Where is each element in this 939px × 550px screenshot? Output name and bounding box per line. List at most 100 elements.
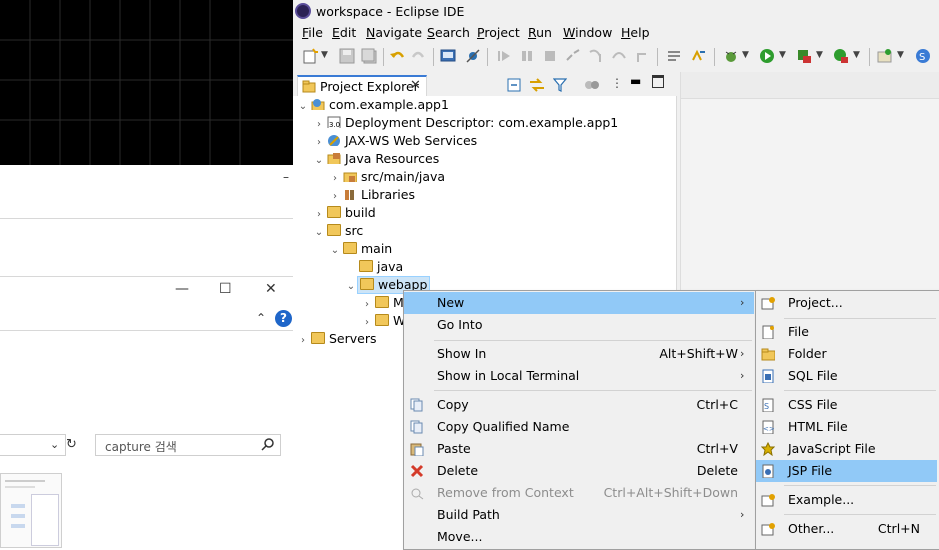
dropdown-icon[interactable]: ▼ — [779, 50, 786, 60]
tree-item[interactable]: › Libraries — [329, 186, 415, 204]
submenu-item-html-file[interactable]: <> HTML File — [756, 416, 937, 438]
menu-item-new[interactable]: New › — [404, 292, 754, 314]
menu-label: Remove from Context — [437, 485, 574, 500]
new-server-icon[interactable] — [877, 48, 893, 64]
step-into-icon[interactable] — [588, 48, 604, 64]
submenu-arrow-icon: › — [740, 508, 745, 521]
submenu-item-javascript-file[interactable]: JavaScript File — [756, 438, 937, 460]
chevron-up-icon[interactable]: ⌃ — [256, 311, 266, 325]
menu-item-delete[interactable]: Delete Delete — [404, 460, 754, 482]
step-over-icon[interactable] — [611, 48, 627, 64]
folder-icon — [359, 260, 373, 272]
tree-item[interactable]: ⌄ Java Resources — [313, 150, 439, 168]
menu-edit[interactable]: Edit — [332, 25, 356, 40]
minimize-view-icon[interactable]: ▬ — [630, 74, 641, 88]
menu-label: New — [437, 295, 465, 310]
tree-item[interactable]: › build — [313, 204, 376, 222]
terminate-icon[interactable] — [542, 48, 558, 64]
maximize-view-icon[interactable] — [652, 75, 664, 88]
menu-item-copy[interactable]: Copy Ctrl+C — [404, 394, 754, 416]
tree-item[interactable]: › 3.0 Deployment Descriptor: com.example.a… — [313, 114, 618, 132]
skip-breakpoints-icon[interactable] — [465, 48, 481, 64]
collapsed-chevron-icon[interactable]: › — [297, 332, 309, 350]
help-icon[interactable]: ? — [275, 310, 292, 327]
menu-navigate[interactable]: Navigate — [366, 25, 422, 40]
submenu-item-jsp-file[interactable]: JSP File — [756, 460, 937, 482]
menu-item-build-path[interactable]: Build Path › — [404, 504, 754, 526]
dropdown-icon[interactable]: ▼ — [321, 50, 328, 60]
redo-icon[interactable] — [411, 48, 427, 64]
menu-item-move[interactable]: Move... — [404, 526, 754, 548]
expanded-chevron-icon[interactable]: ⌄ — [313, 152, 325, 170]
dropdown-icon[interactable]: ▼ — [742, 50, 749, 60]
view-menu-icon[interactable]: ⋮ — [611, 76, 623, 90]
tree-item[interactable]: › M — [361, 294, 404, 312]
use-step-filters-icon[interactable] — [666, 48, 682, 64]
disconnect-icon[interactable] — [565, 48, 581, 64]
maximize-icon[interactable]: ☐ — [219, 281, 232, 297]
external-tools-icon[interactable] — [833, 48, 849, 64]
minimize-icon[interactable]: — — [175, 281, 189, 297]
console-icon[interactable] — [440, 48, 456, 64]
tree-item[interactable]: › src/main/java — [329, 168, 445, 186]
save-icon[interactable] — [339, 48, 355, 64]
run-icon[interactable] — [759, 48, 775, 64]
submenu-item-css-file[interactable]: S CSS File — [756, 394, 937, 416]
menu-item-show-in[interactable]: Show In Alt+Shift+W › — [404, 343, 754, 365]
menu-item-copy-qualified-name[interactable]: Copy Qualified Name — [404, 416, 754, 438]
expanded-chevron-icon[interactable]: ⌄ — [297, 98, 309, 116]
path-dropdown[interactable]: ⌄ — [0, 434, 66, 456]
expanded-chevron-icon[interactable]: ⌄ — [329, 242, 341, 260]
submenu-item-file[interactable]: File — [756, 321, 937, 343]
submenu-item-project[interactable]: Project... — [756, 292, 937, 314]
menu-run[interactable]: Run — [528, 25, 552, 40]
collapse-all-icon[interactable] — [507, 78, 521, 92]
suspend-icon[interactable] — [519, 48, 535, 64]
submenu-item-sql-file[interactable]: SQL File — [756, 365, 937, 387]
spring-icon[interactable]: S — [915, 48, 931, 64]
submenu-arrow-icon: › — [740, 347, 745, 360]
menu-search[interactable]: Search — [427, 25, 470, 40]
open-type-icon[interactable] — [691, 48, 707, 64]
save-all-icon[interactable] — [361, 48, 377, 64]
resume-icon[interactable] — [496, 48, 512, 64]
tree-item[interactable]: ⌄ src — [313, 222, 363, 240]
debug-icon[interactable] — [723, 48, 739, 64]
svg-text:S: S — [919, 52, 925, 63]
menu-help[interactable]: Help — [621, 25, 650, 40]
coverage-icon[interactable] — [796, 48, 812, 64]
undo-icon[interactable] — [389, 48, 405, 64]
menu-file[interactable]: File — [302, 25, 323, 40]
menu-item-paste[interactable]: Paste Ctrl+V — [404, 438, 754, 460]
expanded-chevron-icon[interactable]: ⌄ — [345, 278, 357, 296]
file-thumbnail[interactable] — [0, 473, 62, 548]
tree-item[interactable]: › Servers — [297, 330, 377, 348]
step-return-icon[interactable] — [634, 48, 650, 64]
focus-on-active-task-icon[interactable] — [584, 78, 600, 92]
close-icon[interactable]: ✕ — [265, 281, 277, 297]
tree-item[interactable]: java — [345, 258, 403, 276]
menu-item-show-in-local-terminal[interactable]: Show in Local Terminal › — [404, 365, 754, 387]
search-input[interactable]: capture 검색 — [95, 434, 281, 456]
submenu-item-example[interactable]: Example... — [756, 489, 937, 511]
tree-item[interactable]: › JAX-WS Web Services — [313, 132, 477, 150]
new-icon[interactable] — [303, 48, 319, 64]
minimize-icon[interactable]: – — [283, 170, 289, 184]
dropdown-icon[interactable]: ▼ — [816, 50, 823, 60]
menu-project[interactable]: Project — [477, 25, 520, 40]
menu-window[interactable]: Window — [563, 25, 612, 40]
tab-project-explorer[interactable]: Project Explorer ✕ — [297, 75, 427, 97]
link-with-editor-icon[interactable] — [529, 78, 545, 92]
tree-item[interactable]: ⌄ com.example.app1 — [297, 96, 449, 114]
dropdown-icon[interactable]: ▼ — [897, 50, 904, 60]
menu-item-go-into[interactable]: Go Into — [404, 314, 754, 336]
tree-item[interactable]: › W — [361, 312, 405, 330]
tree-item[interactable]: ⌄ main — [329, 240, 392, 258]
refresh-icon[interactable]: ↻ — [66, 437, 77, 452]
close-tab-icon[interactable]: ✕ — [410, 78, 421, 93]
expanded-chevron-icon[interactable]: ⌄ — [313, 224, 325, 242]
submenu-item-folder[interactable]: Folder — [756, 343, 937, 365]
submenu-item-other[interactable]: Other... Ctrl+N — [756, 518, 937, 540]
dropdown-icon[interactable]: ▼ — [853, 50, 860, 60]
filter-icon[interactable] — [553, 78, 567, 92]
